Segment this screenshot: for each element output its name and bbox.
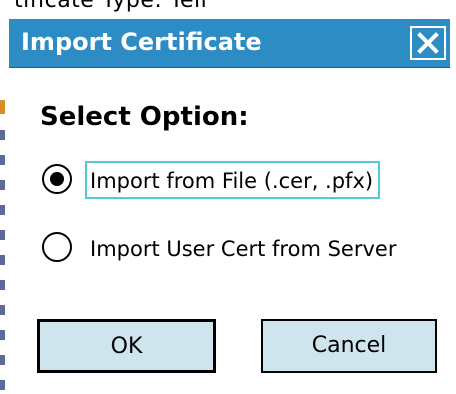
radio-button-unselected[interactable]: [42, 232, 72, 262]
close-button[interactable]: [410, 26, 446, 60]
background-marker: [0, 130, 5, 140]
ok-button[interactable]: OK: [37, 319, 216, 373]
background-marker: [0, 380, 5, 390]
background-marker: [0, 280, 5, 290]
radio-selected-dot: [50, 172, 64, 186]
background-marker: [0, 330, 5, 340]
close-icon: [417, 32, 439, 54]
screen: tificate Type: Tell Import Certificate S…: [0, 0, 456, 394]
background-window-edge: [0, 60, 9, 394]
select-option-heading: Select Option:: [40, 102, 249, 132]
cancel-button[interactable]: Cancel: [261, 319, 437, 373]
radio-button-selected[interactable]: [42, 164, 72, 194]
background-marker: [0, 155, 5, 165]
background-marker: [0, 355, 5, 365]
radio-label-import-server[interactable]: Import User Cert from Server: [85, 229, 403, 267]
background-marker: [0, 205, 5, 215]
background-marker: [0, 305, 5, 315]
radio-label-import-file[interactable]: Import from File (.cer, .pfx): [85, 161, 381, 199]
background-window-text: tificate Type: Tell: [14, 0, 208, 13]
background-marker: [0, 100, 5, 114]
dialog-titlebar: Import Certificate: [9, 19, 450, 68]
dialog-title: Import Certificate: [21, 28, 262, 56]
background-marker: [0, 230, 5, 240]
background-marker: [0, 180, 5, 190]
background-marker: [0, 255, 5, 265]
import-certificate-dialog: Import Certificate Select Option: Import…: [9, 19, 456, 394]
